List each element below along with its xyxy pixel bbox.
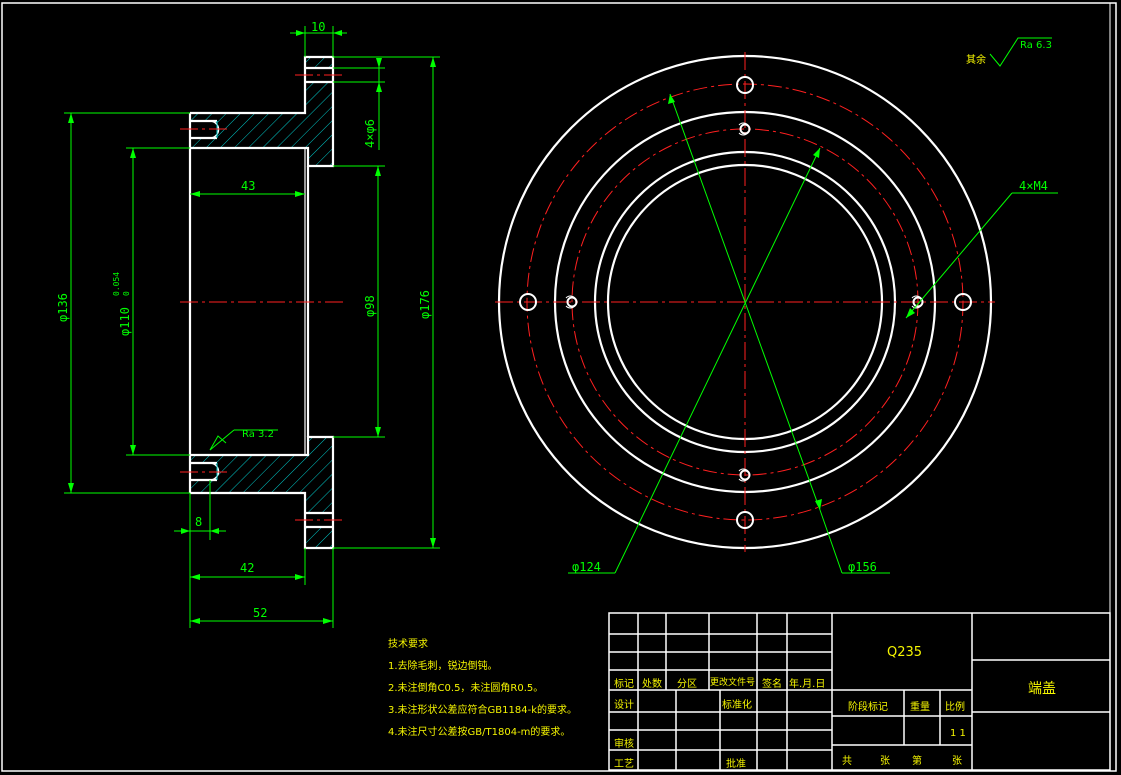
tb-date: 年.月.日 [789,679,826,690]
notes-line-4: 4.未注尺寸公差按GB/T1804-m的要求。 [388,727,571,738]
tb-approve: 批准 [726,759,746,770]
dim-4xm4: 4×M4 [1019,179,1048,193]
notes-line-3: 3.未注形状公差应符合GB1184-k的要求。 [388,705,577,716]
dim-4x6: 4×φ6 [363,119,377,148]
dim-136: φ136 [56,293,70,322]
dim-8: 8 [195,515,202,529]
tb-stage-mark: 阶段标记 [848,702,888,713]
tb-change-doc: 更改文件号 [710,678,756,688]
notes-line-1: 1.去除毛刺，锐边倒钝。 [388,661,498,672]
section-dim-texts: 10 4×φ6 φ136 φ110 0.054 0 43 φ98 φ176 8 … [56,20,432,620]
dim-156: φ156 [848,560,877,574]
dim-10: 10 [311,20,325,34]
technical-requirements: 技术要求 1.去除毛刺，锐边倒钝。 2.未注倒角C0.5，未注圆角R0.5。 3… [388,634,577,744]
tb-total: 共 [842,756,852,767]
dim-98: φ98 [363,295,377,317]
dim-110-tol-lower: 0 [122,291,131,296]
tb-scale: 比例 [945,702,965,713]
front-dimensions [568,37,1058,574]
tapped-hole-ends [209,120,220,481]
roughness-other-label: 其余 [966,53,986,66]
tb-mark: 标记 [614,679,634,690]
tb-material: Q235 [887,645,923,660]
notes-line-2: 2.未注倒角C0.5，未注圆角R0.5。 [388,683,544,694]
tb-part-name: 端盖 [1028,681,1056,697]
tb-process: 工艺 [614,759,634,770]
tb-zone: 分区 [677,679,697,690]
dim-110-tol-upper: 0.054 [112,272,121,296]
tb-sheet: 张 [952,756,962,767]
tb-scale-value: 1 1 [950,728,966,739]
tb-sign: 签名 [762,679,782,690]
section-view: 10 4×φ6 φ136 φ110 0.054 0 43 φ98 φ176 8 … [56,20,440,628]
tb-sheets: 张 [880,756,890,767]
front-dim-texts: φ124 φ156 4×M4 其余 Ra 6.3 [572,40,1052,574]
roughness-ra32: Ra 3.2 [242,429,274,440]
tb-page-no: 第 [912,756,922,767]
dim-124: φ124 [572,560,601,574]
dim-176: φ176 [418,290,432,319]
tb-standardize: 标准化 [722,700,752,711]
notes-title: 技术要求 [388,639,428,650]
tb-design: 设计 [614,700,634,711]
tb-check: 审核 [614,739,634,750]
roughness-ra63: Ra 6.3 [1020,40,1052,51]
dim-110: φ110 [118,307,132,336]
dim-52: 52 [253,606,267,620]
front-view: φ124 φ156 4×M4 其余 Ra 6.3 [495,37,1058,574]
tb-weight: 重量 [910,702,930,713]
dim-42: 42 [240,561,254,575]
dim-43: 43 [241,179,255,193]
tb-count: 处数 [642,679,662,690]
